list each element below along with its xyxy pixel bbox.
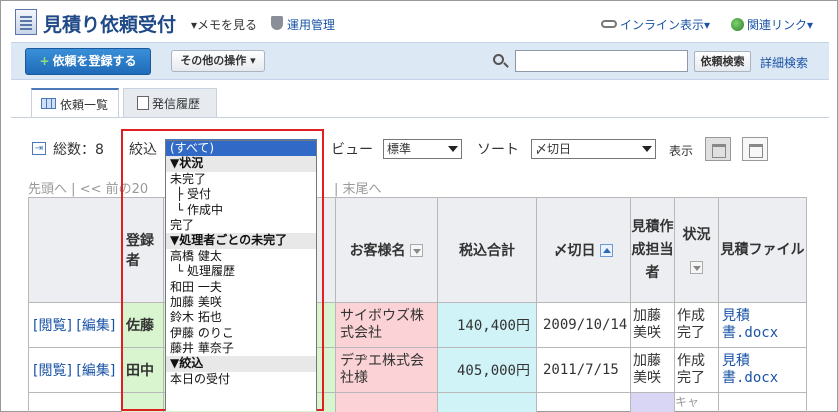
list-icon	[41, 98, 56, 109]
view-label: ビュー	[331, 142, 373, 158]
filter-option[interactable]: 完了	[166, 218, 316, 233]
file-link[interactable]: 見積書.docx	[718, 302, 807, 348]
pager-separator: |	[71, 182, 76, 197]
sort-select[interactable]: 〆切日	[531, 139, 656, 159]
customer-cell	[335, 392, 438, 412]
search-icon	[493, 54, 504, 65]
row-actions: [閲覧] [編集]	[28, 302, 122, 348]
edit-link[interactable]: [編集]	[76, 363, 115, 379]
edit-link[interactable]: [編集]	[76, 318, 115, 334]
inline-display-link[interactable]: インライン表示▾	[601, 16, 710, 33]
deadline-cell: 2009/10/14	[536, 302, 631, 348]
filter-option[interactable]: 本日の受付	[166, 372, 316, 387]
status-cell: 作成完了	[674, 347, 719, 393]
pager-last-link[interactable]: | 末尾へ	[334, 178, 382, 197]
search-input[interactable]	[515, 50, 688, 72]
sort-toggle-icon[interactable]	[410, 244, 424, 257]
filter-option[interactable]: 高橋 健太	[166, 249, 316, 264]
shield-icon	[271, 16, 283, 30]
filter-option[interactable]: 鈴木 拓也	[166, 310, 316, 325]
file-link[interactable]: 見積書.docx	[718, 347, 807, 393]
link-chain-icon	[601, 20, 617, 28]
sort-label: ソート	[477, 142, 519, 158]
file-link	[718, 392, 807, 412]
header-amount[interactable]: 税込合計	[437, 197, 537, 303]
status-cell: キャ	[674, 392, 719, 412]
other-operations-button[interactable]: その他の操作 ▾	[171, 50, 265, 72]
filter-option[interactable]: 伊藤 のりこ	[166, 326, 316, 341]
pager-first-link[interactable]: 先頭へ	[28, 182, 67, 197]
row-actions	[28, 392, 122, 412]
deadline-cell	[536, 392, 631, 412]
header-deadline[interactable]: 〆切日	[536, 197, 631, 303]
view-link[interactable]: [閲覧]	[33, 318, 72, 334]
header-status[interactable]: 状況	[674, 197, 719, 303]
customer-cell: サイボウズ株式会社	[335, 302, 438, 348]
related-links-link[interactable]: 関連リンク▾	[731, 16, 813, 33]
header-customer[interactable]: お客様名	[335, 197, 438, 303]
person-cell: 加藤美咲	[630, 347, 675, 393]
header-actions	[28, 197, 122, 303]
header-person[interactable]: 見積作成担当者	[630, 197, 675, 303]
app-icon	[15, 9, 37, 35]
filter-option[interactable]: 未完了	[166, 172, 316, 187]
filter-option[interactable]: ├ 受付	[166, 187, 316, 202]
memo-link[interactable]: ▾メモを見る	[191, 16, 257, 33]
filter-option: ▼状況	[166, 156, 316, 172]
header-file[interactable]: 見積ファイル	[718, 197, 807, 303]
sort-ascending-icon[interactable]	[600, 244, 614, 257]
filter-option[interactable]: └ 作成中	[166, 203, 316, 218]
search-button[interactable]: 依頼検索	[694, 51, 751, 72]
status-cell: 作成完了	[674, 302, 719, 348]
history-icon	[137, 96, 149, 110]
person-cell: 加藤美咲	[630, 302, 675, 348]
view-select[interactable]: 標準	[383, 139, 462, 159]
filter-option: ▼絞込	[166, 356, 316, 372]
admin-link[interactable]: 運用管理	[287, 16, 335, 33]
chevron-down-icon	[642, 146, 652, 152]
filter-dropdown-list[interactable]: (すべて) ▼状況 未完了 ├ 受付 └ 作成中 完了 ▼処理者ごとの未完了 高橋 健太 └ 処…	[165, 140, 317, 411]
sort-toggle-icon[interactable]	[690, 261, 703, 274]
display-label: 表示	[669, 144, 694, 158]
advanced-search-link[interactable]: 詳細検索	[760, 54, 808, 71]
filter-option[interactable]: 加藤 美咲	[166, 295, 316, 310]
row-actions: [閲覧] [編集]	[28, 347, 122, 393]
page-title: 見積り依頼受付	[43, 14, 177, 36]
filter-option[interactable]: └ 処理履歴	[166, 264, 316, 279]
filter-option[interactable]: 藤井 華奈子	[166, 341, 316, 356]
filter-option[interactable]: (すべて)	[166, 141, 316, 157]
tab-divider	[11, 117, 829, 118]
view-link[interactable]: [閲覧]	[33, 363, 72, 379]
export-arrow-icon[interactable]: ⇥	[32, 142, 46, 155]
amount-cell: 405,000円	[437, 347, 537, 393]
amount-cell: 140,400円	[437, 302, 537, 348]
globe-icon	[731, 18, 744, 31]
list-view-button[interactable]	[742, 137, 768, 161]
person-cell	[630, 392, 675, 412]
chevron-down-icon	[448, 146, 458, 152]
register-request-button[interactable]: + 依頼を登録する	[25, 48, 151, 75]
customer-cell: デヂエ株式会社様	[335, 347, 438, 393]
grid-view-button[interactable]	[705, 137, 731, 161]
total-count: 総数：8	[53, 142, 104, 158]
deadline-cell: 2011/7/15	[536, 347, 631, 393]
amount-cell	[437, 392, 537, 412]
plus-icon: +	[39, 54, 50, 68]
filter-option: ▼処理者ごとの未完了	[166, 233, 316, 249]
filter-option[interactable]: 和田 一夫	[166, 280, 316, 295]
